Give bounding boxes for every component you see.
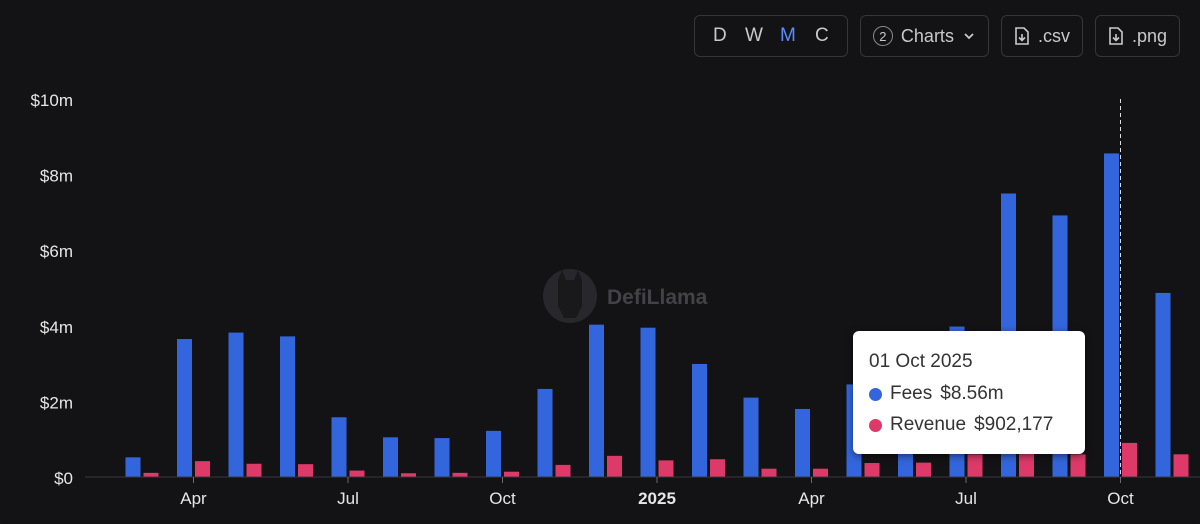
revenue-bar[interactable] <box>710 459 725 477</box>
revenue-bar[interactable] <box>916 462 931 477</box>
revenue-bar[interactable] <box>761 468 777 477</box>
fees-bar[interactable] <box>228 332 244 477</box>
fees-bar[interactable] <box>640 327 656 477</box>
fees-bar[interactable] <box>692 363 707 477</box>
watermark-text: DefiLlama <box>607 286 708 309</box>
x-tick-label: Oct <box>1107 489 1134 508</box>
tooltip-date: 01 Oct 2025 <box>869 351 973 372</box>
fees-bar[interactable] <box>795 408 810 477</box>
x-tick-label: Apr <box>180 489 207 508</box>
fees-legend-dot <box>869 387 882 401</box>
y-tick-label: $6m <box>40 242 73 261</box>
y-tick-label: $0 <box>54 469 73 488</box>
revenue-bar[interactable] <box>1122 442 1137 477</box>
x-tick-label: Apr <box>798 489 825 508</box>
revenue-bar[interactable] <box>607 455 622 477</box>
x-tick-label: Jul <box>337 489 359 508</box>
fees-bar[interactable] <box>537 388 553 477</box>
revenue-bar[interactable] <box>967 454 983 477</box>
revenue-bar[interactable] <box>246 463 262 477</box>
fees-bar[interactable] <box>383 437 398 477</box>
tooltip-revenue-row: Revenue $902,177 <box>869 414 1053 436</box>
tooltip-fees-value: $8.56m <box>940 383 1004 404</box>
y-tick-label: $8m <box>40 167 73 186</box>
y-tick-label: $10m <box>30 91 73 110</box>
defillama-watermark: DefiLlama <box>543 269 708 323</box>
fees-bar[interactable] <box>1155 292 1171 477</box>
fees-bar[interactable] <box>1104 153 1119 477</box>
revenue-bar[interactable] <box>1019 452 1034 477</box>
y-axis: $0 $2m $4m $6m $8m $10m <box>30 91 73 488</box>
fees-bar[interactable] <box>434 438 450 477</box>
fees-bar[interactable] <box>589 324 604 477</box>
fees-bar[interactable] <box>177 339 192 477</box>
tooltip-fees-row: Fees $8.56m <box>869 383 1004 405</box>
tooltip-revenue-value: $902,177 <box>974 414 1054 435</box>
revenue-bar[interactable] <box>195 461 210 477</box>
fees-bar[interactable] <box>280 336 295 477</box>
x-tick-label: 2025 <box>638 489 676 508</box>
revenue-bar[interactable] <box>1070 454 1086 477</box>
y-tick-label: $2m <box>40 393 73 412</box>
revenue-bar[interactable] <box>401 473 416 477</box>
revenue-bar[interactable] <box>1173 454 1189 477</box>
revenue-bar[interactable] <box>864 463 880 477</box>
fees-bar[interactable] <box>486 430 501 477</box>
chart-panel: D W M C 2 Charts .csv .png $0 $2m $4m $6m $8… <box>0 0 1200 524</box>
y-tick-label: $4m <box>40 318 73 337</box>
tooltip-fees-label: Fees <box>890 383 933 404</box>
x-tick-label: Oct <box>489 489 516 508</box>
revenue-legend-dot <box>869 418 882 432</box>
chart-tooltip: 01 Oct 2025 Fees $8.56m Revenue $902,177 <box>853 331 1085 454</box>
revenue-bar[interactable] <box>504 471 519 477</box>
x-tick-label: Jul <box>955 489 977 508</box>
revenue-bar[interactable] <box>143 472 159 477</box>
fees-bar[interactable] <box>743 397 759 477</box>
revenue-bar[interactable] <box>813 468 828 477</box>
fees-bar[interactable] <box>331 417 347 477</box>
fees-bar[interactable] <box>125 457 141 477</box>
revenue-bar[interactable] <box>349 470 365 477</box>
revenue-bar[interactable] <box>452 472 468 477</box>
tooltip-revenue-label: Revenue <box>890 414 967 435</box>
x-axis: Apr Jul Oct 2025 Apr Jul Oct <box>180 477 1134 508</box>
revenue-bar[interactable] <box>298 464 313 477</box>
revenue-bar[interactable] <box>658 460 674 477</box>
revenue-bar[interactable] <box>555 464 571 477</box>
